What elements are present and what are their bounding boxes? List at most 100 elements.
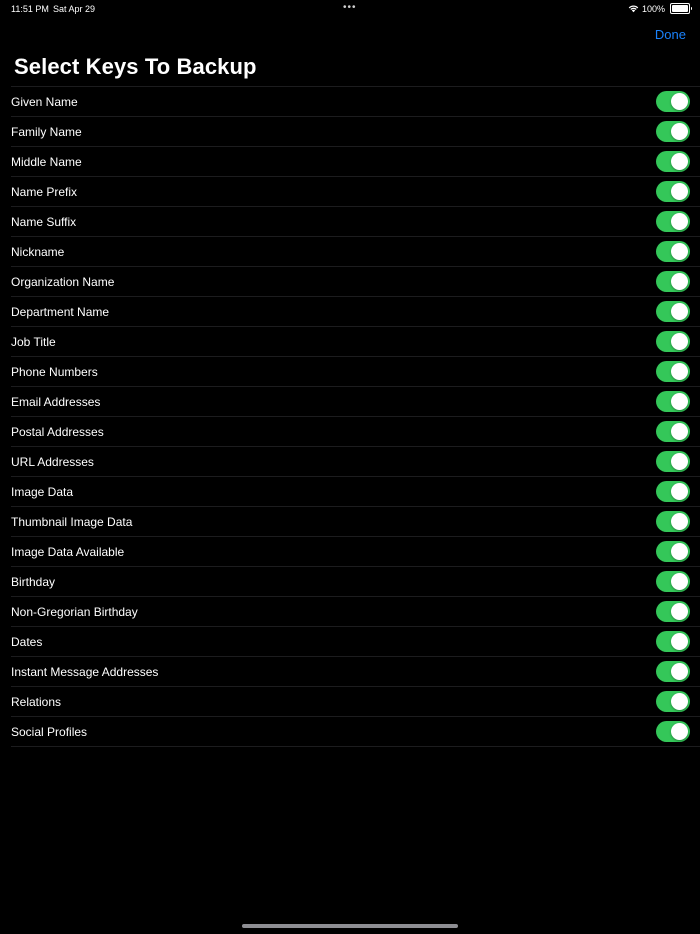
toggle-knob xyxy=(671,453,688,470)
key-row: Middle Name xyxy=(11,147,700,177)
key-label: Name Suffix xyxy=(11,215,77,229)
key-toggle-switch[interactable] xyxy=(656,301,690,322)
toggle-knob xyxy=(671,603,688,620)
key-toggle-switch[interactable] xyxy=(656,601,690,622)
key-row: Image Data Available xyxy=(11,537,700,567)
status-date: Sat Apr 29 xyxy=(53,4,96,14)
wifi-icon xyxy=(628,4,639,13)
key-toggle-switch[interactable] xyxy=(656,481,690,502)
toggle-knob xyxy=(671,723,688,740)
key-label: Phone Numbers xyxy=(11,365,98,379)
key-toggle-switch[interactable] xyxy=(656,691,690,712)
toggle-knob xyxy=(671,123,688,140)
key-toggle-switch[interactable] xyxy=(656,511,690,532)
key-label: Organization Name xyxy=(11,275,115,289)
key-row: Dates xyxy=(11,627,700,657)
key-row: Name Prefix xyxy=(11,177,700,207)
key-label: Birthday xyxy=(11,575,56,589)
key-toggle-switch[interactable] xyxy=(656,661,690,682)
toggle-knob xyxy=(671,633,688,650)
key-row: Job Title xyxy=(11,327,700,357)
key-label: Non-Gregorian Birthday xyxy=(11,605,138,619)
toggle-knob xyxy=(671,93,688,110)
key-toggle-switch[interactable] xyxy=(656,271,690,292)
key-row: Relations xyxy=(11,687,700,717)
toggle-knob xyxy=(671,183,688,200)
key-toggle-switch[interactable] xyxy=(656,331,690,352)
key-toggle-switch[interactable] xyxy=(656,541,690,562)
key-row: URL Addresses xyxy=(11,447,700,477)
key-label: Instant Message Addresses xyxy=(11,665,159,679)
key-label: Postal Addresses xyxy=(11,425,104,439)
toggle-knob xyxy=(671,573,688,590)
toggle-knob xyxy=(671,483,688,500)
toggle-knob xyxy=(671,393,688,410)
key-label: Family Name xyxy=(11,125,82,139)
key-toggle-switch[interactable] xyxy=(656,361,690,382)
key-label: Dates xyxy=(11,635,43,649)
done-button[interactable]: Done xyxy=(655,27,686,42)
key-row: Department Name xyxy=(11,297,700,327)
key-label: URL Addresses xyxy=(11,455,94,469)
key-row: Phone Numbers xyxy=(11,357,700,387)
key-toggle-switch[interactable] xyxy=(656,151,690,172)
key-row: Social Profiles xyxy=(11,717,700,747)
toggle-knob xyxy=(671,513,688,530)
key-toggle-switch[interactable] xyxy=(656,121,690,142)
key-row: Thumbnail Image Data xyxy=(11,507,700,537)
toggle-knob xyxy=(671,273,688,290)
key-row: Email Addresses xyxy=(11,387,700,417)
home-indicator[interactable] xyxy=(242,924,458,928)
battery-icon xyxy=(670,3,692,14)
battery-fill xyxy=(672,5,688,12)
key-toggle-switch[interactable] xyxy=(656,91,690,112)
key-row: Given Name xyxy=(11,87,700,117)
key-row: Postal Addresses xyxy=(11,417,700,447)
multitasking-dots-icon[interactable]: ••• xyxy=(343,2,357,13)
toggle-knob xyxy=(671,423,688,440)
key-toggle-switch[interactable] xyxy=(656,571,690,592)
key-row: Name Suffix xyxy=(11,207,700,237)
toggle-knob xyxy=(671,333,688,350)
toggle-knob xyxy=(671,153,688,170)
key-toggle-switch[interactable] xyxy=(656,211,690,232)
key-row: Image Data xyxy=(11,477,700,507)
key-label: Social Profiles xyxy=(11,725,88,739)
key-label: Email Addresses xyxy=(11,395,101,409)
key-label: Thumbnail Image Data xyxy=(11,515,133,529)
key-toggle-switch[interactable] xyxy=(656,631,690,652)
key-toggle-switch[interactable] xyxy=(656,391,690,412)
toggle-knob xyxy=(671,243,688,260)
key-label: Image Data xyxy=(11,485,74,499)
key-label: Department Name xyxy=(11,305,110,319)
key-label: Image Data Available xyxy=(11,545,125,559)
key-toggle-switch[interactable] xyxy=(656,241,690,262)
status-bar: 11:51 PM Sat Apr 29 ••• 100% xyxy=(0,0,700,18)
key-row: Family Name xyxy=(11,117,700,147)
key-row: Nickname xyxy=(11,237,700,267)
key-toggle-switch[interactable] xyxy=(656,451,690,472)
page-title: Select Keys To Backup xyxy=(14,54,257,79)
key-row: Birthday xyxy=(11,567,700,597)
key-label: Middle Name xyxy=(11,155,82,169)
toggle-knob xyxy=(671,693,688,710)
key-label: Given Name xyxy=(11,95,78,109)
key-row: Instant Message Addresses xyxy=(11,657,700,687)
key-row: Non-Gregorian Birthday xyxy=(11,597,700,627)
toggle-knob xyxy=(671,363,688,380)
key-toggle-switch[interactable] xyxy=(656,181,690,202)
status-right: 100% xyxy=(628,3,692,14)
toggle-knob xyxy=(671,663,688,680)
key-row: Organization Name xyxy=(11,267,700,297)
toggle-knob xyxy=(671,213,688,230)
key-toggle-switch[interactable] xyxy=(656,421,690,442)
toggle-knob xyxy=(671,303,688,320)
backup-key-list: Given Name Family Name Middle Name Name Pre… xyxy=(11,86,700,747)
key-toggle-switch[interactable] xyxy=(656,721,690,742)
key-label: Name Prefix xyxy=(11,185,78,199)
key-label: Relations xyxy=(11,695,62,709)
battery-percent: 100% xyxy=(641,3,665,14)
key-label: Job Title xyxy=(11,335,56,349)
key-label: Nickname xyxy=(11,245,65,259)
status-time: 11:51 PM xyxy=(11,4,49,14)
